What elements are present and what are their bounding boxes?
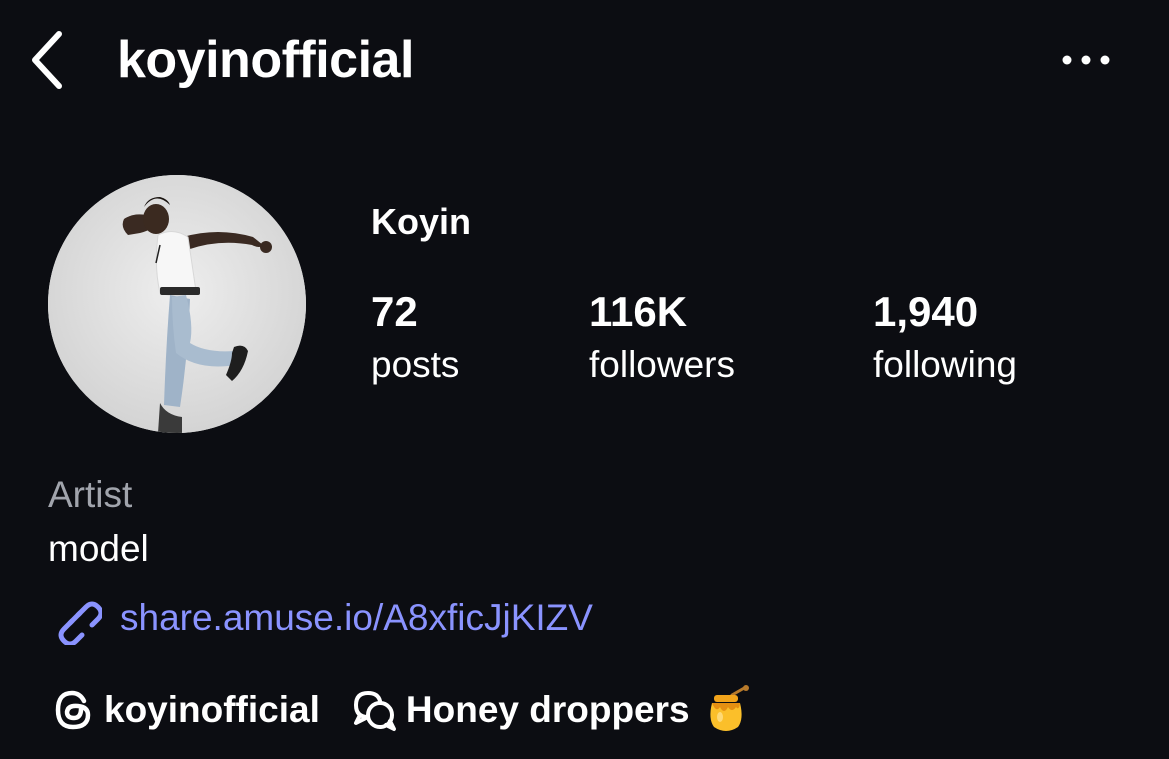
followers-count[interactable]: 116K followers: [589, 286, 735, 390]
posts-label: posts: [371, 344, 460, 385]
threads-icon: [48, 685, 98, 735]
profile-chips: koyinofficial Honey droppers: [48, 682, 752, 738]
followers-label: followers: [589, 344, 735, 385]
profile-category: Artist: [48, 474, 133, 515]
more-horizontal-icon: [1062, 55, 1110, 65]
posts-count[interactable]: 72 posts: [371, 286, 459, 390]
following-value: 1,940: [873, 288, 979, 335]
back-button[interactable]: [22, 28, 72, 92]
chevron-left-icon: [32, 31, 62, 89]
more-options-button[interactable]: [1056, 40, 1116, 80]
avatar[interactable]: [48, 175, 306, 433]
followers-value: 116K: [589, 288, 688, 335]
channel-chip[interactable]: Honey droppers: [350, 685, 752, 735]
profile-header: koyinofficial: [0, 0, 1169, 120]
profile-photo: [48, 175, 306, 433]
link-url: share.amuse.io/A8xficJjKIZV: [120, 597, 593, 638]
threads-chip[interactable]: koyinofficial: [48, 685, 320, 735]
following-count[interactable]: 1,940 following: [873, 286, 1017, 390]
posts-value: 72: [371, 288, 418, 335]
following-label: following: [873, 344, 1017, 385]
channel-name: Honey droppers: [405, 689, 690, 730]
honey-pot-icon: [702, 685, 752, 735]
chat-bubbles-icon: [350, 685, 400, 735]
page-title: koyinofficial: [117, 31, 414, 89]
display-name: Koyin: [371, 201, 472, 242]
threads-username: koyinofficial: [104, 689, 320, 730]
profile-link[interactable]: share.amuse.io/A8xficJjKIZV: [48, 590, 593, 646]
profile-bio: model: [48, 528, 149, 569]
link-icon: [48, 591, 102, 645]
